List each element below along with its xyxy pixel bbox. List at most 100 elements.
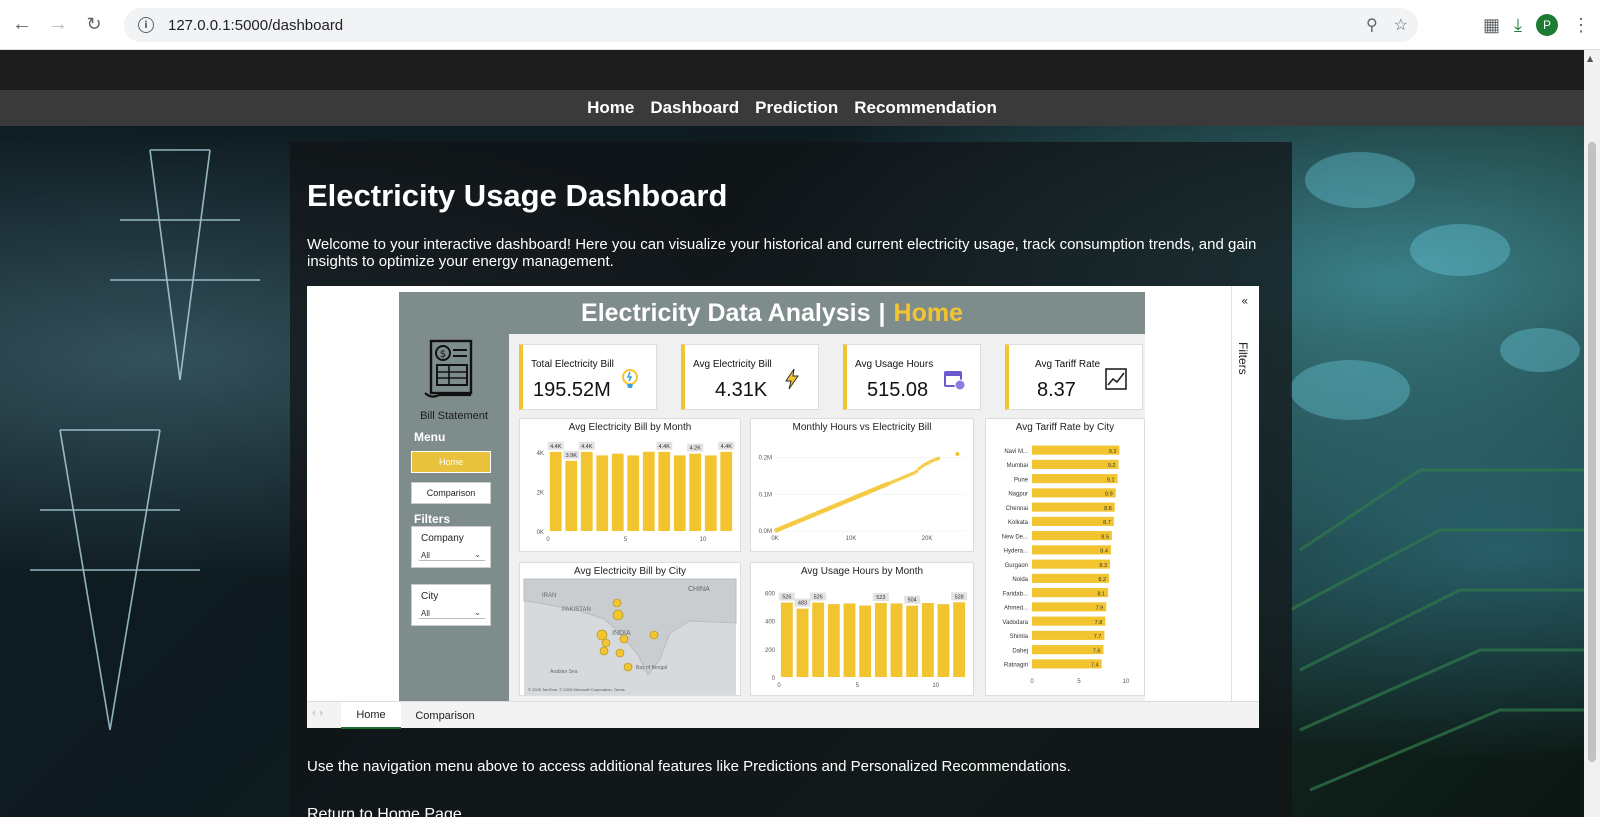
bill-statement-icon: $	[424, 339, 473, 398]
x-tick-label: 0	[777, 683, 781, 689]
main-navbar: Home Dashboard Prediction Recommendation	[0, 90, 1584, 126]
y-tick-label: 0K	[537, 530, 544, 536]
map-avg-bill-by-city[interactable]: Avg Electricity Bill by City IRAN CHINA …	[519, 562, 741, 696]
map-plot[interactable]: IRAN CHINA PAKISTAN INDIA Arabian Sea Ba…	[520, 563, 742, 697]
tab-home[interactable]: Home	[341, 702, 401, 729]
kpi-value: 4.31K	[715, 379, 768, 401]
data-label: 8.4	[1100, 549, 1108, 555]
kpi-value: 8.37	[1037, 379, 1076, 401]
page-scrollbar[interactable]: ▲	[1584, 50, 1600, 817]
kpi-label: Avg Electricity Bill	[693, 359, 772, 370]
bar	[1032, 459, 1119, 469]
bar	[611, 453, 624, 531]
kpi-value: 195.52M	[533, 379, 611, 401]
category-label: Kolkata	[1008, 520, 1029, 526]
kpi-card-avg-bill: Avg Electricity Bill 4.31K	[681, 344, 819, 410]
embedded-report[interactable]: Electricity Data Analysis | Home $ Bill …	[307, 286, 1259, 729]
menu-label: Menu	[414, 430, 446, 444]
y-tick-label: 200	[765, 648, 776, 654]
company-slicer[interactable]: Company All ⌄	[411, 526, 491, 568]
y-tick-label: 400	[765, 620, 776, 626]
category-label: Pune	[1014, 477, 1029, 483]
data-label: 4.4K	[659, 444, 671, 450]
data-label: 8.8	[1104, 506, 1112, 512]
nav-link-prediction[interactable]: Prediction	[755, 98, 838, 118]
x-tick-label: 0K	[771, 536, 778, 542]
bar	[580, 451, 593, 531]
category-label: Dahej	[1012, 648, 1028, 654]
bar	[827, 604, 840, 677]
bar	[843, 603, 856, 677]
address-bar[interactable]: i 127.0.0.1:5000/dashboard ⚲ ☆	[124, 8, 1418, 42]
y-tick-label: 0.0M	[759, 529, 772, 535]
chart-tariff-by-city[interactable]: Avg Tariff Rate by City Navi M... 9.3 Mumb…	[985, 418, 1145, 696]
map-attribution[interactable]: © 2025 TomTom, © 2025 Microsoft Corporat…	[528, 687, 625, 692]
nav-link-recommendation[interactable]: Recommendation	[854, 98, 997, 118]
scroll-up-icon[interactable]: ▲	[1587, 54, 1593, 63]
y-tick-label: 0	[772, 676, 776, 682]
bar	[1032, 559, 1111, 569]
chart-avg-bill-by-month[interactable]: Avg Electricity Bill by Month 0K 2K 4K 4.4K…	[519, 418, 741, 552]
report-comparison-button[interactable]: Comparison	[411, 482, 491, 504]
kpi-card-avg-tariff-rate: Avg Tariff Rate 8.37	[1005, 344, 1143, 410]
extensions-icon[interactable]: ▦	[1483, 15, 1500, 36]
back-arrow-icon[interactable]: ←	[4, 7, 40, 43]
data-label: 7.8	[1095, 620, 1103, 626]
address-bar-url[interactable]: 127.0.0.1:5000/dashboard	[168, 17, 343, 34]
bar	[565, 460, 578, 531]
bar	[549, 451, 562, 531]
data-label: 4.4K	[581, 444, 593, 450]
return-home-link[interactable]: Return to Home Page	[307, 806, 462, 817]
bar	[953, 602, 966, 677]
data-label: 8.3	[1099, 563, 1107, 569]
chart-hours-vs-bill[interactable]: Monthly Hours vs Electricity Bill 0.0M 0.…	[750, 418, 974, 552]
bar	[673, 455, 686, 531]
tab-scroll-arrows-icon[interactable]: ‹ ›	[312, 708, 323, 719]
chevron-down-icon[interactable]: ⌄	[474, 608, 481, 617]
report-title-separator: |	[878, 298, 886, 327]
bookmark-star-icon[interactable]: ☆	[1394, 15, 1408, 35]
bar	[627, 455, 640, 531]
zoom-icon[interactable]: ⚲	[1366, 15, 1378, 35]
category-label: Ratnagiri	[1004, 663, 1028, 669]
page-title: Electricity Usage Dashboard	[307, 178, 728, 213]
kpi-label: Avg Tariff Rate	[1035, 359, 1101, 370]
data-label: 528	[955, 594, 964, 600]
reload-icon[interactable]: ↻	[76, 7, 112, 43]
city-slicer-value[interactable]: All	[421, 609, 430, 618]
category-label: New De...	[1002, 534, 1029, 540]
download-icon[interactable]: ⤓	[1514, 15, 1522, 36]
chevron-down-icon[interactable]: ⌄	[474, 550, 481, 559]
report-title-main: Electricity Data Analysis	[581, 298, 871, 327]
category-label: Hydera...	[1004, 549, 1029, 555]
x-tick-label: 20K	[922, 536, 933, 542]
bar	[704, 455, 717, 531]
report-canvas: Electricity Data Analysis | Home $ Bill …	[399, 292, 1145, 702]
x-tick-label: 10	[700, 537, 707, 543]
y-tick-label: 2K	[537, 490, 544, 496]
scrollbar-thumb[interactable]	[1588, 142, 1596, 762]
bar	[1032, 488, 1116, 498]
filters-pane-label[interactable]: Filters	[1236, 342, 1250, 375]
site-header	[0, 50, 1584, 90]
report-page-tabs: ‹ › Home Comparison	[307, 701, 1259, 729]
lightning-icon	[785, 368, 799, 390]
city-slicer[interactable]: City All ⌄	[411, 584, 491, 626]
nav-link-home[interactable]: Home	[587, 98, 634, 118]
profile-avatar[interactable]: P	[1536, 14, 1558, 36]
forward-arrow-icon[interactable]: →	[40, 7, 76, 43]
collapse-filters-icon[interactable]: «	[1241, 294, 1248, 308]
report-home-button[interactable]: Home	[411, 451, 491, 473]
nav-link-dashboard[interactable]: Dashboard	[650, 98, 739, 118]
company-slicer-value[interactable]: All	[421, 551, 430, 560]
site-info-icon[interactable]: i	[138, 17, 154, 33]
data-label: 526	[814, 595, 823, 601]
filters-pane[interactable]: « Filters	[1231, 286, 1259, 706]
x-tick-label: 0	[546, 537, 550, 543]
data-label: 8.1	[1097, 591, 1105, 597]
tab-comparison[interactable]: Comparison	[403, 702, 487, 729]
chart-usage-hours-by-month[interactable]: Avg Usage Hours by Month 0 200 400 600 526 48…	[750, 562, 974, 696]
bar	[1032, 531, 1112, 541]
data-label: 7.9	[1096, 606, 1104, 612]
browser-menu-icon[interactable]: ⋮	[1572, 15, 1590, 36]
